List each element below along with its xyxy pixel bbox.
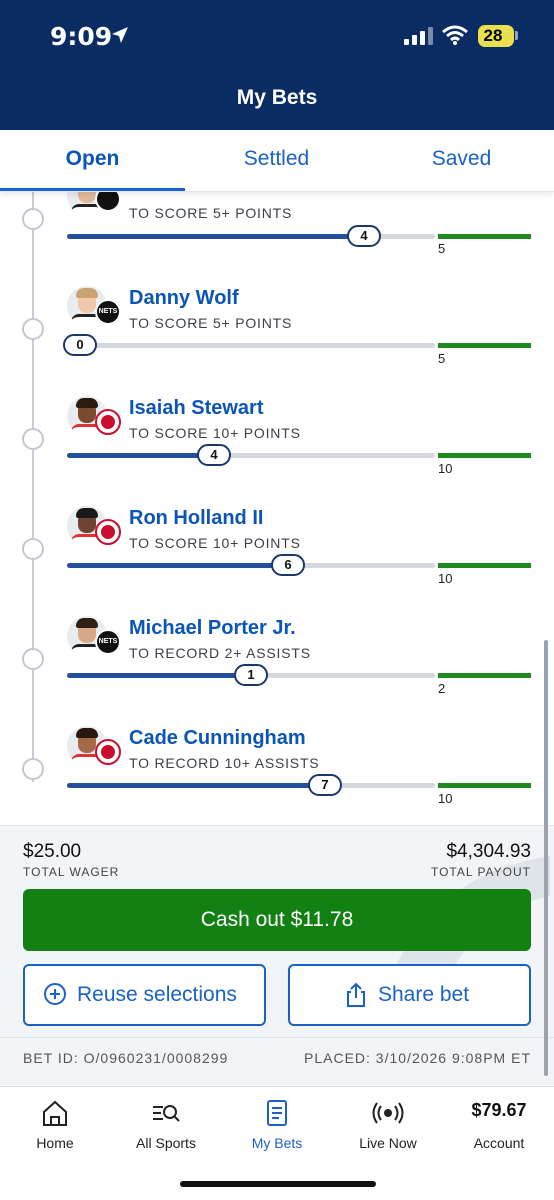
live-broadcast-icon (372, 1102, 404, 1124)
scrollbar[interactable] (544, 640, 548, 1076)
plus-circle-icon (44, 983, 66, 1005)
home-indicator[interactable] (180, 1181, 376, 1187)
target-value: 10 (438, 791, 453, 806)
cash-out-button[interactable]: Cash out $11.78 (23, 889, 531, 951)
total-wager-value: $25.00 (23, 841, 82, 862)
search-list-icon (153, 1105, 180, 1122)
status-time: 9:09 (50, 22, 113, 51)
home-icon (43, 1100, 67, 1126)
app-header: 9:09 28 My Bets (0, 0, 554, 130)
nav-account[interactable]: $79.67 Account (444, 1087, 554, 1167)
nav-my-bets-label: My Bets (251, 1135, 303, 1151)
bet-leg[interactable]: NETS Danny Wolf TO SCORE 5+ POINTS 0 5 (0, 192, 554, 366)
bet-leg[interactable]: Ron Holland II TO SCORE 10+ POINTS 6 10 (0, 412, 554, 586)
share-bet-button[interactable]: Share bet (288, 964, 531, 1026)
nav-live-now-label: Live Now (359, 1135, 417, 1151)
total-wager-label: TOTAL WAGER (23, 865, 120, 879)
page-title: My Bets (236, 86, 318, 109)
battery-icon: 28 (478, 25, 514, 47)
tab-settled[interactable]: Settled (184, 130, 369, 190)
total-payout-value: $4,304.93 (446, 841, 531, 862)
nav-home-label: Home (36, 1135, 74, 1151)
bet-leg[interactable]: Cade Cunningham TO RECORD 10+ ASSISTS 7 … (0, 632, 554, 806)
nav-home[interactable]: Home (0, 1087, 110, 1167)
wifi-icon (442, 25, 468, 45)
active-tab-indicator (0, 188, 185, 191)
signal-icon (404, 27, 433, 45)
placed-timestamp: PLACED: 3/10/2026 9:08PM ET (304, 1050, 531, 1066)
share-icon (347, 982, 365, 1007)
nav-all-sports-label: All Sports (136, 1135, 196, 1151)
leg-market: TO RECORD 10+ ASSISTS (129, 755, 320, 771)
pistons-logo-icon (95, 739, 121, 765)
bet-legs-list[interactable]: TO SCORE 5+ POINTS 4 5 NETS Danny Wolf T… (0, 192, 554, 825)
bet-leg[interactable]: Isaiah Stewart TO SCORE 10+ POINTS 4 10 (0, 302, 554, 476)
bet-slip-icon (267, 1100, 287, 1126)
battery-cap (515, 31, 518, 40)
tab-open[interactable]: Open (0, 130, 185, 190)
player-name[interactable]: Cade Cunningham (129, 727, 306, 750)
share-bet-label: Share bet (378, 983, 470, 1006)
current-stat-pill: 7 (308, 774, 342, 796)
nav-all-sports[interactable]: All Sports (111, 1087, 221, 1167)
bet-tabs: Open Settled Saved (0, 130, 554, 192)
progress-track: 7 (67, 774, 435, 796)
battery-level: 28 (483, 26, 503, 45)
target-bar (438, 783, 531, 788)
progress-fill (67, 783, 325, 788)
bet-summary: $25.00 TOTAL WAGER $4,304.93 TOTAL PAYOU… (0, 825, 554, 1085)
reuse-selections-button[interactable]: Reuse selections (23, 964, 266, 1026)
bet-id: BET ID: O/0960231/0008299 (23, 1050, 229, 1066)
leg-status-node (22, 758, 44, 780)
nav-my-bets[interactable]: My Bets (222, 1087, 332, 1167)
bet-leg[interactable]: NETS Michael Porter Jr. TO RECORD 2+ ASS… (0, 522, 554, 696)
divider (0, 1037, 554, 1038)
total-payout-label: TOTAL PAYOUT (430, 865, 531, 879)
tab-saved[interactable]: Saved (369, 130, 554, 190)
reuse-selections-label: Reuse selections (77, 983, 237, 1006)
nav-live-now[interactable]: Live Now (333, 1087, 443, 1167)
nav-account-label: Account (473, 1135, 525, 1151)
account-balance: $79.67 (471, 1100, 527, 1120)
location-arrow-icon (112, 27, 128, 43)
